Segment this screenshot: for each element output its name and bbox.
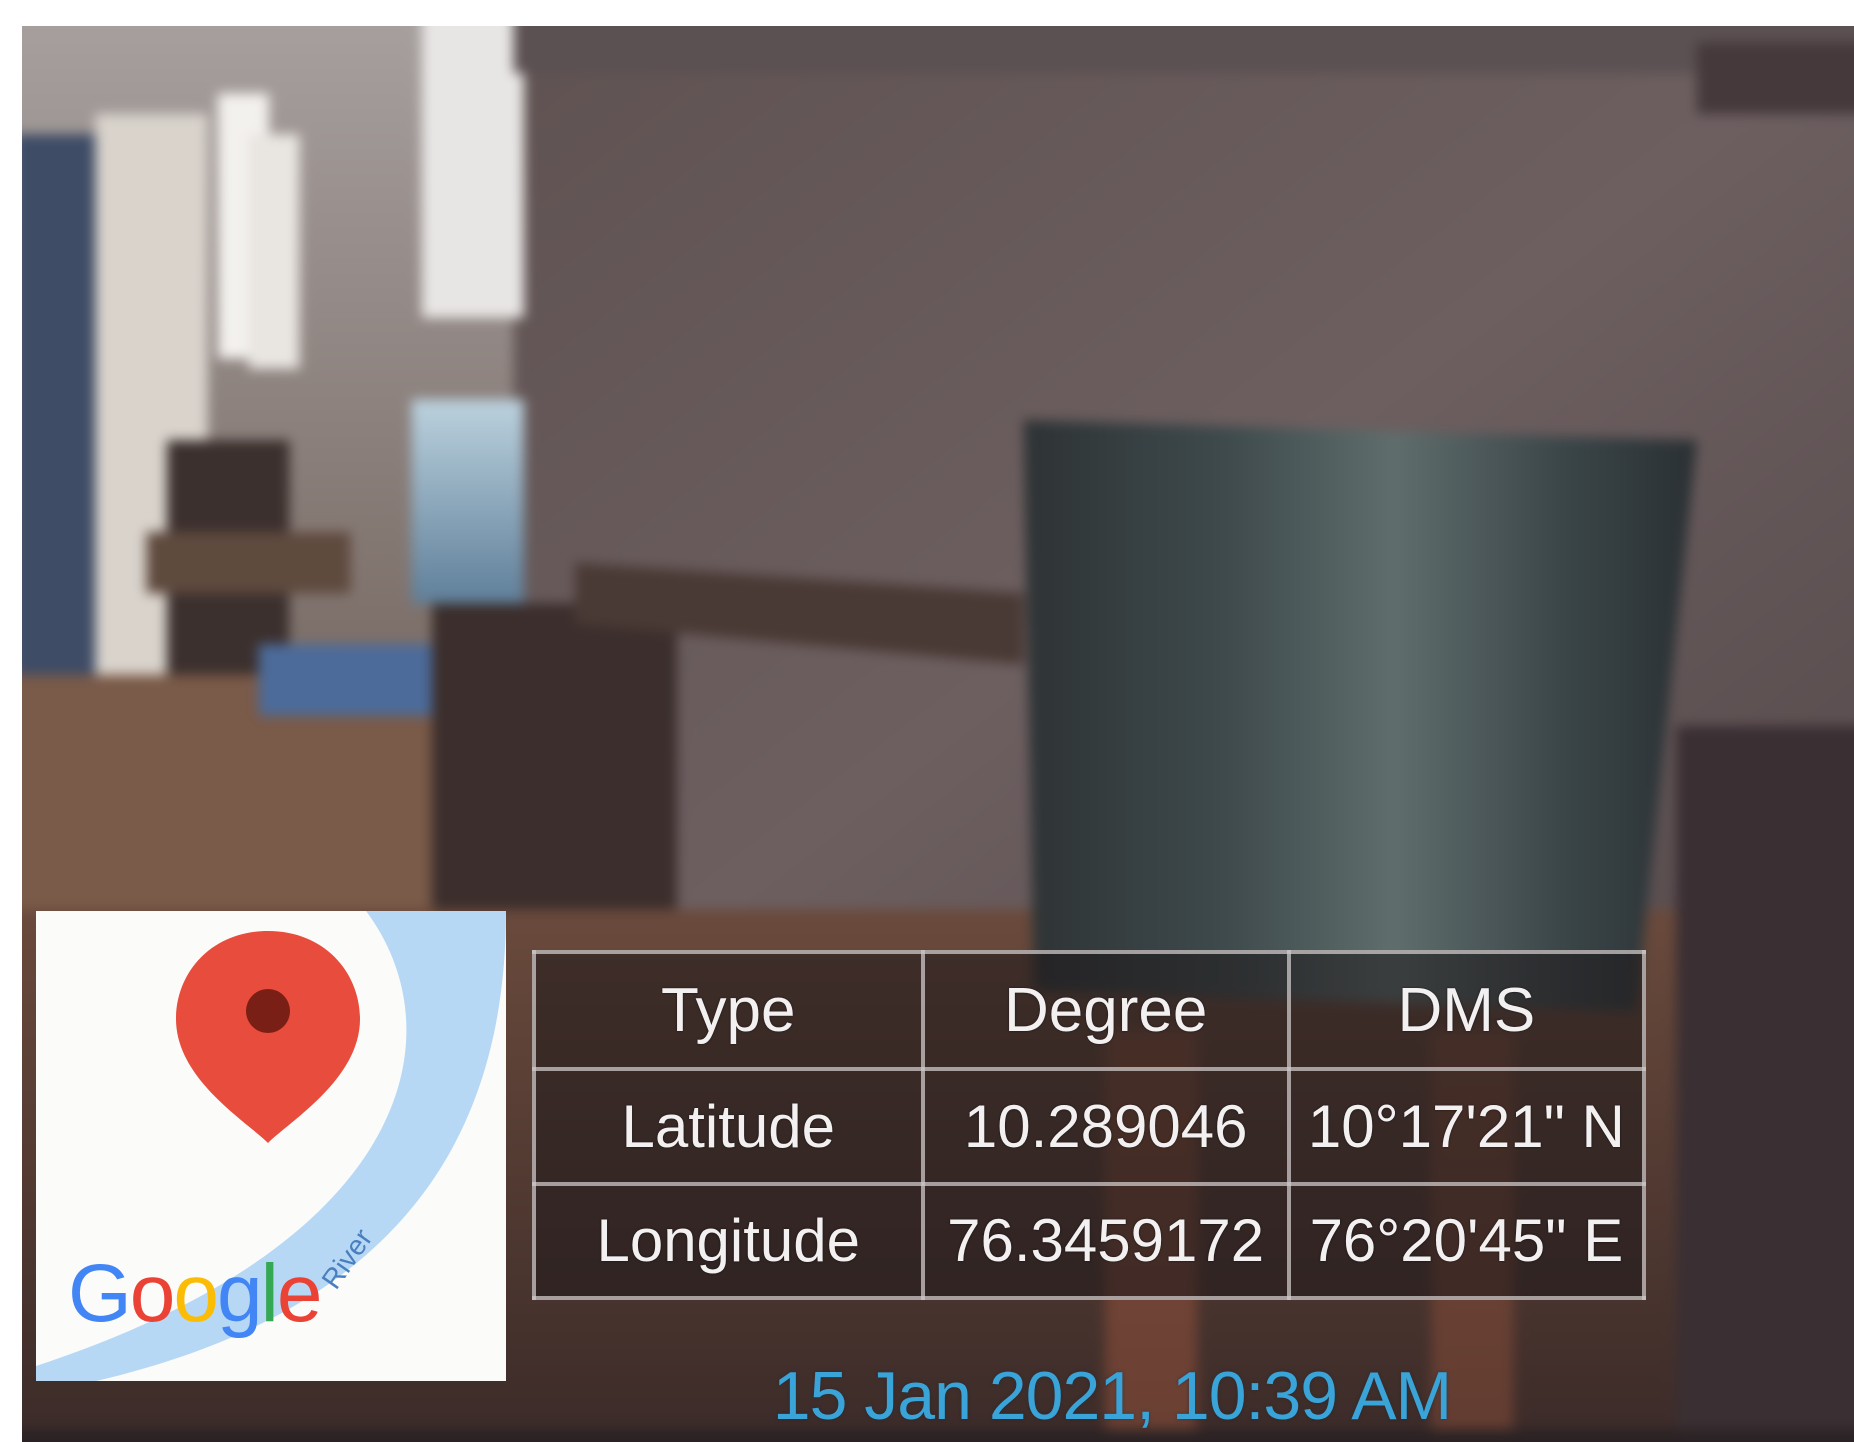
table-header-row: Type Degree DMS [532,949,1647,1072]
timestamp: 15 Jan 2021, 10:39 AM [772,1358,1452,1434]
latitude-label: Latitude [532,1067,925,1186]
longitude-degree: 76.3459172 [920,1181,1291,1301]
table-row: Latitude 10.289046 10°17'21" N [532,1067,1647,1186]
google-logo: Google [68,1248,322,1339]
latitude-dms: 10°17'21" N [1286,1067,1647,1186]
photo-frame: River Google Type Degree DMS Latitude 10… [22,26,1854,1442]
longitude-label: Longitude [532,1181,925,1301]
table-row: Longitude 76.3459172 76°20'45" E [532,1181,1647,1301]
coordinates-table: Type Degree DMS Latitude 10.289046 10°17… [532,949,1647,1301]
longitude-dms: 76°20'45" E [1286,1181,1647,1301]
header-degree: Degree [920,949,1291,1072]
map-thumbnail[interactable]: River Google [36,911,506,1381]
header-type: Type [532,949,925,1072]
header-dms: DMS [1286,949,1647,1072]
latitude-degree: 10.289046 [920,1067,1291,1186]
